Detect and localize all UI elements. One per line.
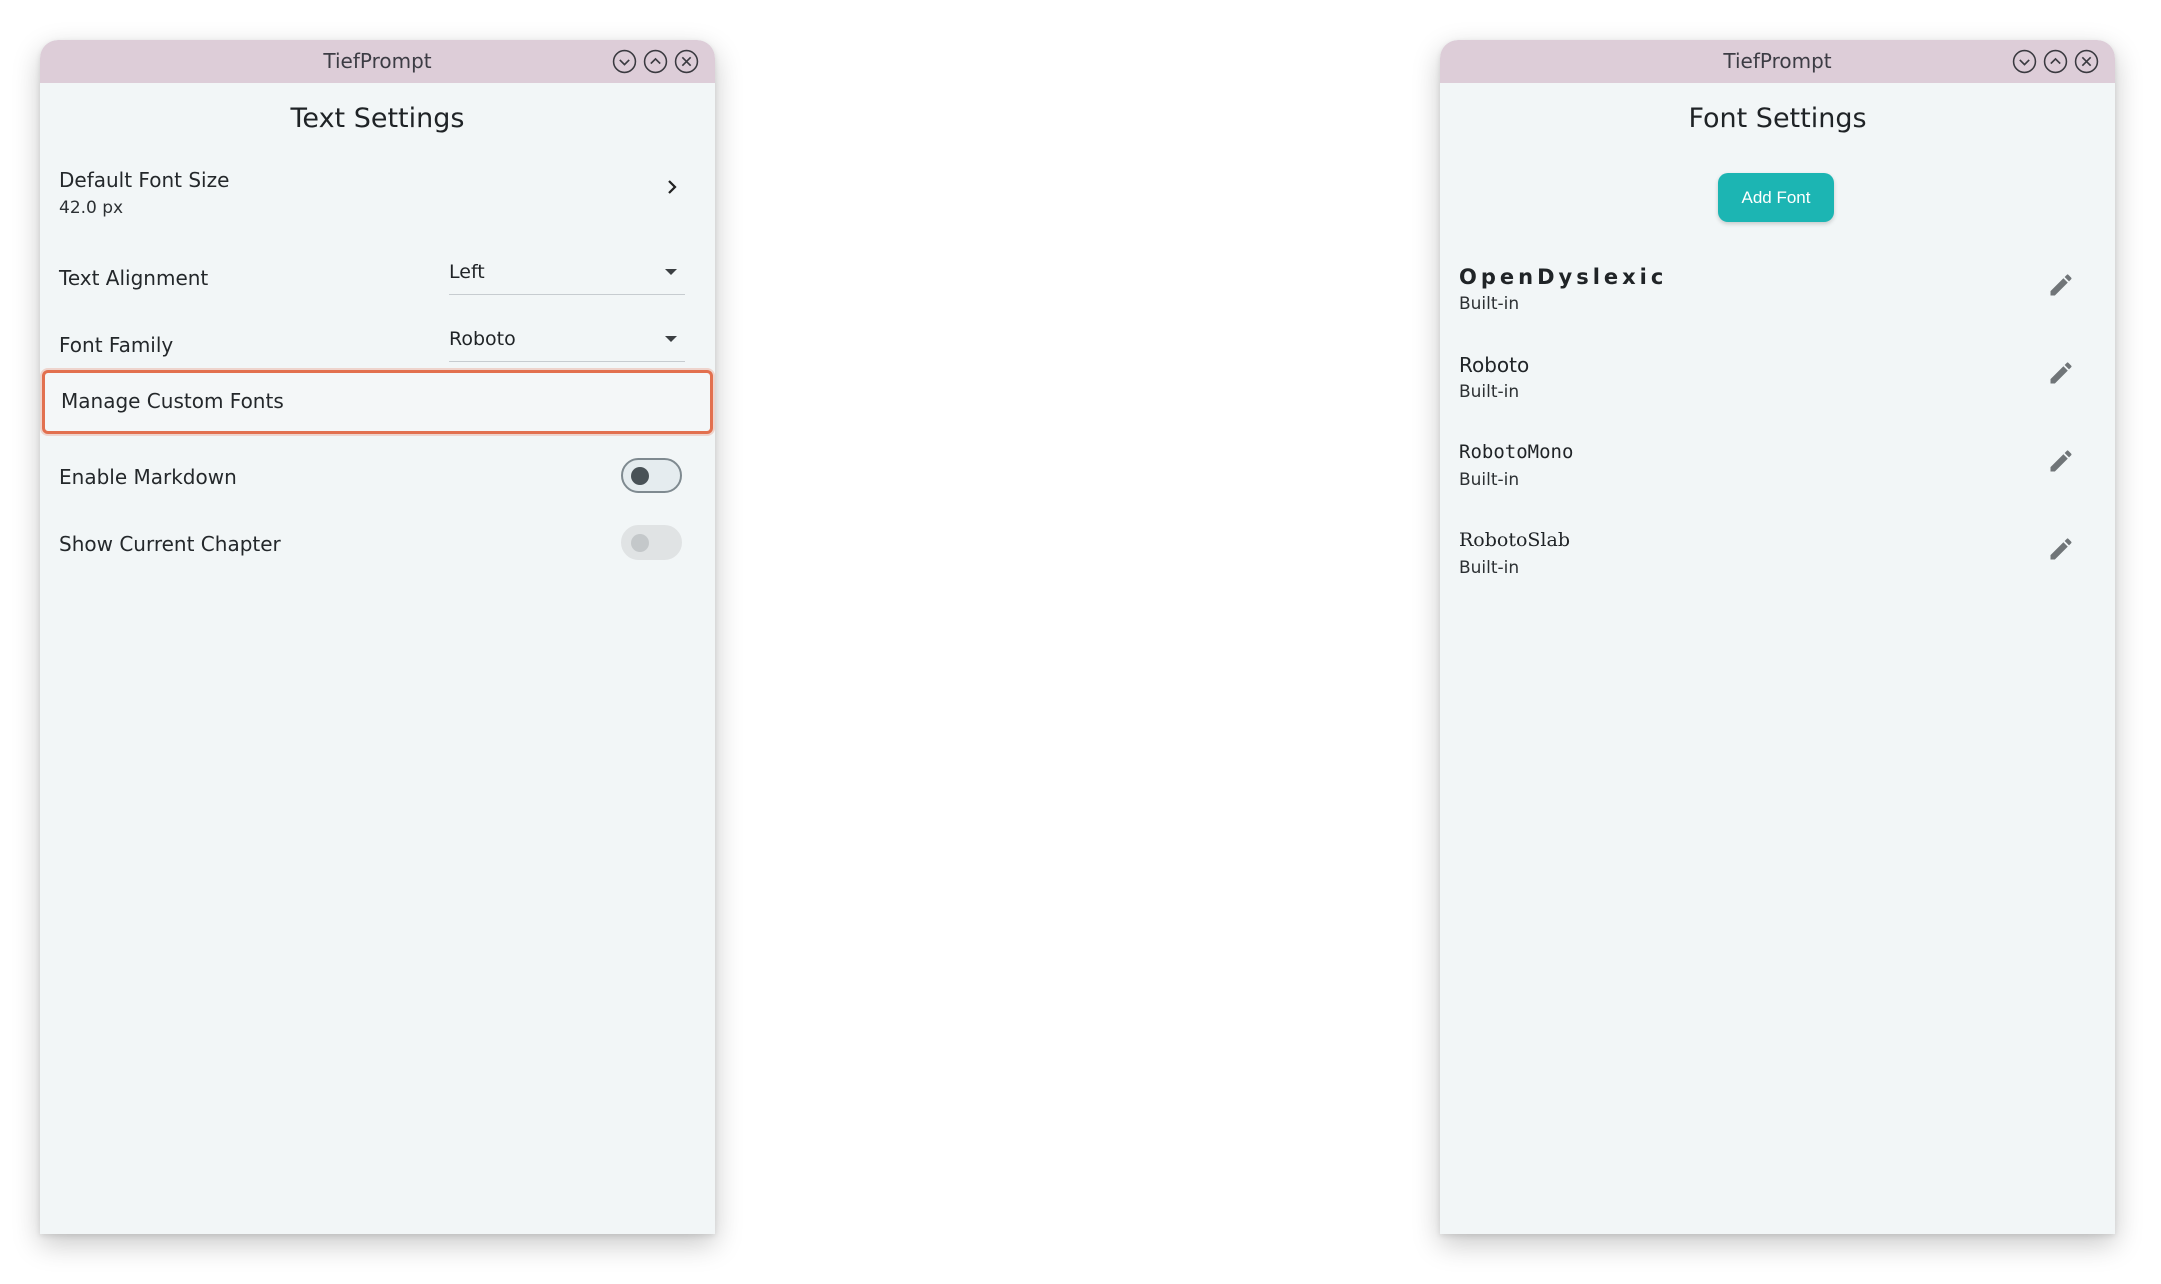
title-bar[interactable]: TiefPrompt [1440,40,2115,83]
toggle-knob [631,467,649,485]
show-current-chapter-label: Show Current Chapter [59,532,281,556]
enable-markdown-toggle[interactable] [621,458,682,493]
close-icon[interactable] [674,49,699,74]
font-family-select[interactable]: Roboto [449,321,685,362]
default-font-size-label: Default Font Size [59,168,230,192]
manage-custom-fonts-row[interactable]: Manage Custom Fonts [42,370,713,434]
show-current-chapter-row: Show Current Chapter [40,517,715,571]
text-alignment-row: Text Alignment Left [40,254,715,308]
toggle-knob [631,534,649,552]
font-name: RobotoSlab [1459,529,1571,551]
window-controls [2012,49,2099,74]
font-name: Roboto [1459,353,1530,377]
font-list-item[interactable]: OpenDyslexic Built-in [1440,265,2115,345]
font-name: RobotoMono [1459,441,1574,463]
font-family-row: Font Family Roboto [40,321,715,375]
chevron-right-icon [668,180,677,194]
text-alignment-label: Text Alignment [59,266,209,290]
maximize-icon[interactable] [643,49,668,74]
font-list-item[interactable]: Roboto Built-in [1440,353,2115,433]
font-name: OpenDyslexic [1459,265,1668,289]
text-settings-window: TiefPrompt Text Settings Default Font Si… [40,40,715,1234]
dropdown-arrow-icon [665,269,677,275]
font-list-item[interactable]: RobotoSlab Built-in [1440,529,2115,609]
pencil-icon[interactable] [2047,271,2075,299]
enable-markdown-label: Enable Markdown [59,465,237,489]
minimize-icon[interactable] [612,49,637,74]
pencil-icon[interactable] [2047,535,2075,563]
minimize-icon[interactable] [2012,49,2037,74]
default-font-size-row[interactable]: Default Font Size 42.0 px [40,168,715,242]
text-alignment-select[interactable]: Left [449,254,685,295]
font-family-label: Font Family [59,333,174,357]
font-source: Built-in [1459,470,1520,490]
window-controls [612,49,699,74]
dropdown-arrow-icon [665,336,677,342]
font-family-value: Roboto [449,328,516,350]
close-icon[interactable] [2074,49,2099,74]
title-bar[interactable]: TiefPrompt [40,40,715,83]
font-settings-window: TiefPrompt Font Settings Add Font OpenDy… [1440,40,2115,1234]
manage-custom-fonts-label: Manage Custom Fonts [61,389,284,413]
maximize-icon[interactable] [2043,49,2068,74]
page-title: Font Settings [1688,103,1867,134]
default-font-size-value: 42.0 px [59,198,124,218]
pencil-icon[interactable] [2047,359,2075,387]
show-current-chapter-toggle[interactable] [621,525,682,560]
font-source: Built-in [1459,558,1520,578]
font-source: Built-in [1459,294,1520,314]
text-alignment-value: Left [449,261,485,283]
pencil-icon[interactable] [2047,447,2075,475]
font-list-item[interactable]: RobotoMono Built-in [1440,441,2115,521]
add-font-button[interactable]: Add Font [1718,173,1834,222]
font-source: Built-in [1459,382,1520,402]
enable-markdown-row: Enable Markdown [40,450,715,504]
page-title: Text Settings [290,103,465,134]
